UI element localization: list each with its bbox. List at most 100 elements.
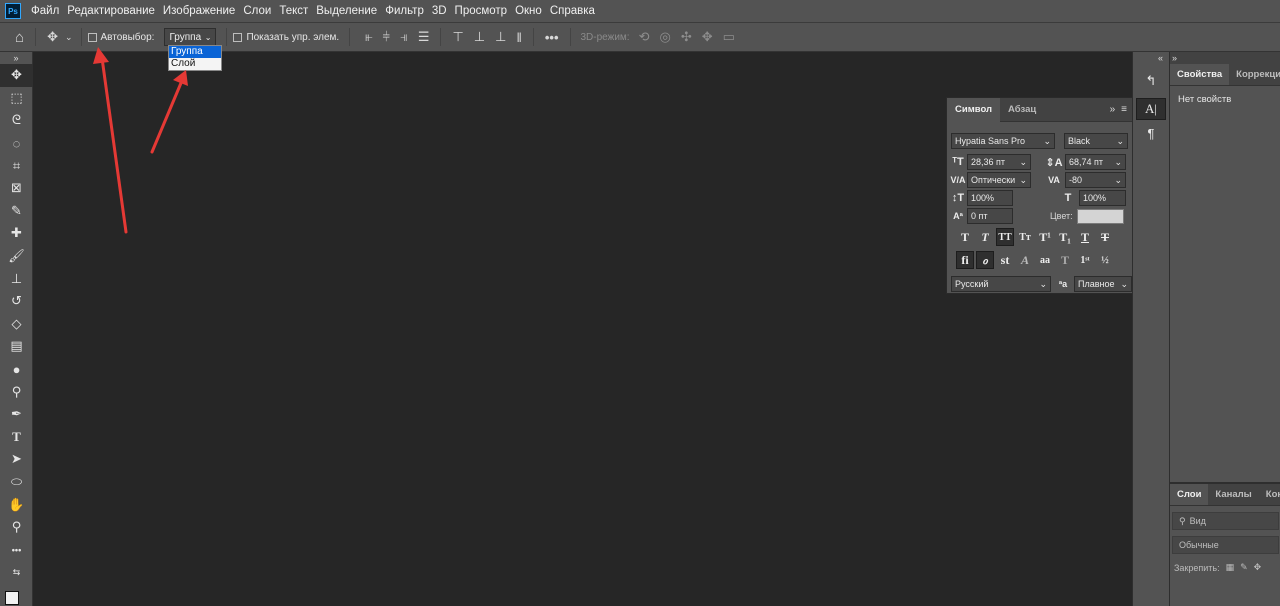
underline-button[interactable]: T <box>1076 228 1094 246</box>
move-tool-icon[interactable]: ✥ <box>42 29 63 45</box>
marquee-tool-icon[interactable]: ⬚ <box>0 87 33 110</box>
lasso-tool-icon[interactable]: ᘓ <box>0 109 33 132</box>
character-panel-icon[interactable]: A| <box>1136 98 1166 120</box>
dodge-tool-icon[interactable]: ⚲ <box>0 380 33 403</box>
collapse-strip-icon[interactable]: « <box>1133 52 1169 64</box>
menu-view[interactable]: Просмотр <box>451 0 512 22</box>
font-style-select[interactable]: Black ⌄ <box>1064 133 1128 149</box>
tab-adjustments[interactable]: Коррекция <box>1229 64 1280 85</box>
history-panel-icon[interactable]: ↰ <box>1136 70 1166 92</box>
ellipse-tool-icon[interactable]: ⬭ <box>0 471 33 494</box>
hand-tool-icon[interactable]: ✋ <box>0 493 33 516</box>
tracking-select[interactable]: -80 ⌄ <box>1065 172 1126 188</box>
superscript-button[interactable]: T¹ <box>1036 228 1054 246</box>
more-options-icon[interactable]: ••• <box>540 30 564 45</box>
brush-tool-icon[interactable]: 🖌 <box>0 245 33 268</box>
history-brush-tool-icon[interactable]: ↺ <box>0 290 33 313</box>
font-family-select[interactable]: Hypatia Sans Pro ⌄ <box>951 133 1055 149</box>
layer-filter-search[interactable]: ⚲ Вид <box>1172 512 1279 530</box>
small-caps-button[interactable]: Tт <box>1016 228 1034 246</box>
eyedropper-tool-icon[interactable]: ✎ <box>0 200 33 223</box>
horizontal-scale-field[interactable]: 100% <box>1079 190 1126 206</box>
tab-properties[interactable]: Свойства <box>1170 64 1230 85</box>
menu-image[interactable]: Изображение <box>159 0 239 22</box>
home-icon[interactable]: ⌂ <box>10 29 29 46</box>
move-tool-icon[interactable]: ✥ <box>0 64 33 87</box>
tab-channels[interactable]: Каналы <box>1208 484 1258 505</box>
3d-slide-icon[interactable]: ✥ <box>697 29 718 45</box>
menu-layers[interactable]: Слои <box>239 0 275 22</box>
old-style-button[interactable]: ℴ <box>976 251 994 269</box>
menu-type[interactable]: Текст <box>275 0 312 22</box>
titling-alternates-button[interactable]: T <box>1056 251 1074 269</box>
baseline-shift-field[interactable]: 0 пт <box>967 208 1013 224</box>
collapse-panel-icon[interactable]: » <box>1110 104 1116 115</box>
type-tool-icon[interactable]: T <box>0 426 33 449</box>
align-center-h-icon[interactable]: ⫩ <box>378 29 395 45</box>
paragraph-panel-icon[interactable]: ¶ <box>1136 122 1166 144</box>
frame-tool-icon[interactable]: ⊠ <box>0 177 33 200</box>
menu-edit[interactable]: Редактирование <box>63 0 159 22</box>
text-color-swatch[interactable] <box>1076 208 1124 224</box>
faux-bold-button[interactable]: T <box>956 228 974 246</box>
tab-paragraph[interactable]: Абзац <box>1000 98 1044 122</box>
menu-select[interactable]: Выделение <box>312 0 381 22</box>
kerning-select[interactable]: Оптически ⌄ <box>967 172 1031 188</box>
dropdown-option-group[interactable]: Группа <box>169 46 221 58</box>
strikethrough-button[interactable]: T <box>1096 228 1114 246</box>
fractions-button[interactable]: ½ <box>1096 251 1114 269</box>
healing-brush-tool-icon[interactable]: ✚ <box>0 222 33 245</box>
ligatures-button[interactable]: fi <box>956 251 974 269</box>
tab-paths[interactable]: Кон <box>1259 484 1280 505</box>
menu-3d[interactable]: 3D <box>428 0 451 22</box>
chevron-down-icon[interactable]: ⌄ <box>63 32 75 43</box>
align-right-icon[interactable]: ⫣ <box>395 29 413 45</box>
menu-filter[interactable]: Фильтр <box>381 0 428 22</box>
distribute-icon[interactable]: ☰ <box>413 29 435 45</box>
menu-window[interactable]: Окно <box>511 0 546 22</box>
dropdown-option-layer[interactable]: Слой <box>169 58 221 70</box>
align-top-icon[interactable]: ⊤ <box>447 29 468 45</box>
collapse-toolbar-icon[interactable]: » <box>0 52 32 64</box>
vertical-scale-field[interactable]: 100% <box>967 190 1013 206</box>
lock-position-icon[interactable]: ✥ <box>1254 562 1262 573</box>
3d-orbit-icon[interactable]: ⟲ <box>634 29 655 45</box>
crop-tool-icon[interactable]: ⌗ <box>0 154 33 177</box>
align-left-icon[interactable]: ⫦ <box>360 29 377 45</box>
tab-layers[interactable]: Слои <box>1170 484 1209 505</box>
eraser-tool-icon[interactable]: ◇ <box>0 313 33 336</box>
stylistic-alternates-button[interactable]: aa <box>1036 251 1054 269</box>
lock-transparent-icon[interactable]: ▦ <box>1226 562 1235 573</box>
3d-pan-icon[interactable]: ✣ <box>676 29 697 45</box>
gradient-tool-icon[interactable]: ▤ <box>0 335 33 358</box>
autoselect-select[interactable]: Группа ⌄ <box>164 28 217 46</box>
show-transform-checkbox[interactable] <box>233 32 243 42</box>
ordinals-button[interactable]: 1ˢᵗ <box>1076 251 1094 269</box>
blur-tool-icon[interactable]: ● <box>0 358 33 381</box>
more-tools-icon[interactable]: ••• <box>0 538 33 561</box>
align-bottom-icon[interactable]: ⊥ <box>490 29 511 45</box>
pen-tool-icon[interactable]: ✒ <box>0 403 33 426</box>
foreground-color-swatch[interactable] <box>5 591 19 605</box>
autoselect-checkbox[interactable] <box>87 32 97 42</box>
all-caps-button[interactable]: TT <box>996 228 1014 246</box>
subscript-button[interactable]: T₁ <box>1056 228 1074 246</box>
blend-mode-select[interactable]: Обычные <box>1172 536 1279 554</box>
stamp-tool-icon[interactable]: ⊥ <box>0 267 33 290</box>
lock-paint-icon[interactable]: ✎ <box>1240 562 1248 573</box>
swash-button[interactable]: A <box>1016 251 1034 269</box>
tab-character[interactable]: Символ <box>947 97 1001 122</box>
faux-italic-button[interactable]: T <box>976 228 994 246</box>
quick-select-tool-icon[interactable]: ◌ <box>0 132 33 155</box>
discretionary-ligatures-button[interactable]: st <box>996 251 1014 269</box>
distribute-vertical-icon[interactable]: ‖ <box>511 30 526 45</box>
3d-roll-icon[interactable]: ◎ <box>654 29 675 45</box>
panel-menu-icon[interactable]: ≡ <box>1121 104 1127 115</box>
3d-camera-icon[interactable]: ▭ <box>718 29 740 45</box>
path-select-tool-icon[interactable]: ➤ <box>0 448 33 471</box>
align-middle-v-icon[interactable]: ⊥ <box>469 29 490 45</box>
swap-colors-icon[interactable]: ⇆ <box>0 561 33 584</box>
zoom-tool-icon[interactable]: ⚲ <box>0 516 33 539</box>
language-select[interactable]: Русский ⌄ <box>951 276 1051 292</box>
collapse-dock-icon[interactable]: » <box>1170 52 1280 64</box>
